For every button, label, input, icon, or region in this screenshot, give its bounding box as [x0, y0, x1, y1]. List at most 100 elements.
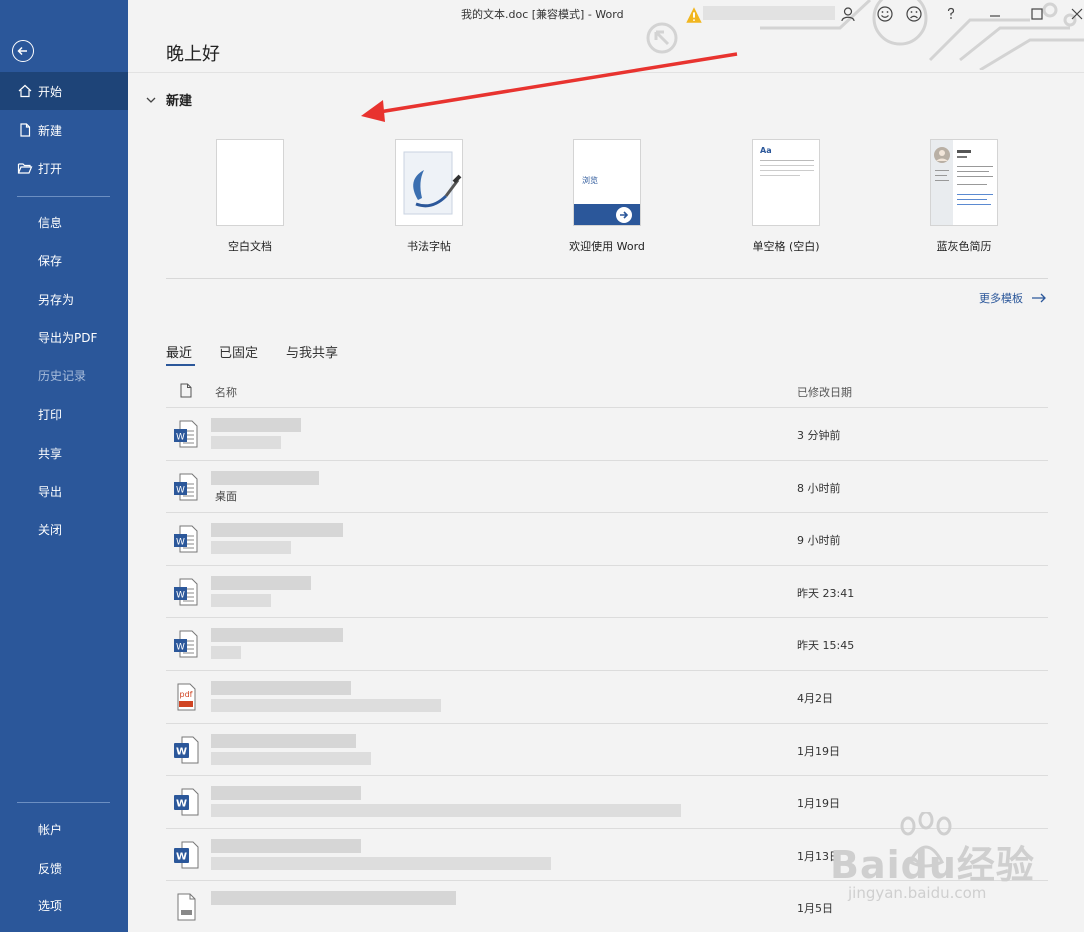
- svg-text:W: W: [176, 852, 187, 863]
- file-modified-date: 1月19日: [797, 745, 840, 758]
- arrow-right-icon: [1032, 293, 1046, 303]
- pdf-icon: pdf: [177, 683, 196, 711]
- file-path-redacted: [211, 646, 241, 659]
- sidebar-item-label: 导出: [38, 484, 63, 499]
- template-thumbnail: Aa: [752, 139, 820, 226]
- word-doc-icon: W: [174, 420, 198, 448]
- file-path-redacted: [211, 541, 291, 554]
- file-name-redacted: [211, 471, 319, 485]
- sidebar-item-save[interactable]: 保存: [0, 241, 128, 279]
- tab-recent[interactable]: 最近: [166, 342, 192, 361]
- templates-divider: [166, 278, 1048, 279]
- backstage-sidebar: 开始 新建 打开 信息 保存 另存为 导出为PDF 历史记录 打印 共享 导出 …: [0, 0, 128, 932]
- warning-icon[interactable]: [685, 6, 703, 24]
- table-row[interactable]: W 9 小时前: [166, 512, 1048, 565]
- template-blank[interactable]: 空白文档: [170, 139, 330, 254]
- smile-feedback-icon[interactable]: [876, 5, 894, 23]
- account-icon[interactable]: [839, 5, 857, 23]
- tab-shared-with-me[interactable]: 与我共享: [286, 342, 338, 361]
- template-label: 书法字帖: [407, 240, 451, 253]
- svg-text:W: W: [176, 591, 185, 601]
- table-row[interactable]: W 桌面 8 小时前: [166, 460, 1048, 513]
- file-path: 桌面: [215, 490, 237, 503]
- sidebar-item-label: 帐户: [38, 822, 63, 837]
- table-row[interactable]: pdf 4月2日: [166, 670, 1048, 723]
- maximize-icon[interactable]: [1028, 5, 1046, 23]
- svg-text:W: W: [176, 799, 187, 810]
- file-path-redacted: [211, 804, 681, 817]
- tab-pinned[interactable]: 已固定: [219, 342, 258, 361]
- sidebar-item-info[interactable]: 信息: [0, 203, 128, 241]
- sidebar-item-export[interactable]: 导出: [0, 472, 128, 510]
- sidebar-item-new[interactable]: 新建: [0, 111, 128, 149]
- new-section-header[interactable]: 新建: [146, 90, 192, 109]
- watermark-brand: Baidu经验: [830, 843, 1035, 887]
- active-tab-indicator: [166, 364, 195, 366]
- word-doc-icon: W: [174, 630, 198, 658]
- calligraphy-brush-icon: [403, 151, 462, 215]
- close-icon[interactable]: [1068, 5, 1084, 23]
- file-modified-date: 3 分钟前: [797, 429, 841, 442]
- template-label: 单空格 (空白): [752, 240, 820, 253]
- column-header-modified[interactable]: 已修改日期: [797, 384, 852, 400]
- table-row[interactable]: W 1月19日: [166, 723, 1048, 776]
- word-docx-icon: W: [174, 736, 199, 764]
- new-section-title: 新建: [166, 94, 193, 109]
- file-name-redacted: [211, 681, 351, 695]
- sidebar-item-options[interactable]: 选项: [0, 886, 128, 924]
- sidebar-item-label: 历史记录: [38, 368, 87, 383]
- file-name-redacted: [211, 786, 361, 800]
- watermark-url: jingyan.baidu.com: [848, 884, 987, 902]
- frown-feedback-icon[interactable]: [905, 5, 923, 23]
- greeting-heading: 晚上好: [166, 44, 220, 65]
- sidebar-item-label: 关闭: [38, 522, 63, 537]
- sidebar-item-open[interactable]: 打开: [0, 149, 128, 187]
- table-row[interactable]: W 3 分钟前: [166, 407, 1048, 460]
- file-modified-date: 4月2日: [797, 692, 833, 705]
- sidebar-item-account[interactable]: 帐户: [0, 810, 128, 848]
- sidebar-item-feedback[interactable]: 反馈: [0, 849, 128, 887]
- sidebar-item-print[interactable]: 打印: [0, 395, 128, 433]
- back-button[interactable]: [12, 40, 34, 62]
- sidebar-item-history[interactable]: 历史记录: [0, 356, 128, 394]
- svg-text:pdf: pdf: [180, 690, 193, 699]
- home-icon: [18, 84, 32, 98]
- word-doc-icon: W: [174, 525, 198, 553]
- file-name-redacted: [211, 418, 301, 432]
- svg-text:W: W: [176, 433, 185, 443]
- title-bar: 我的文本.doc [兼容模式] - Word: [128, 0, 1084, 70]
- template-welcome-word[interactable]: 浏览 欢迎使用 Word: [527, 139, 687, 254]
- sidebar-item-close[interactable]: 关闭: [0, 510, 128, 548]
- sidebar-item-label: 开始: [38, 84, 63, 99]
- template-label: 蓝灰色简历: [936, 240, 992, 253]
- sidebar-item-label: 导出为PDF: [38, 330, 98, 345]
- sidebar-item-share[interactable]: 共享: [0, 434, 128, 472]
- sidebar-item-export-pdf[interactable]: 导出为PDF: [0, 318, 128, 356]
- svg-text:W: W: [176, 643, 185, 653]
- new-doc-icon: [20, 123, 31, 137]
- file-path-redacted: [211, 699, 441, 712]
- file-modified-date: 9 小时前: [797, 534, 841, 547]
- template-blue-gray-resume[interactable]: 蓝灰色简历: [884, 139, 1044, 254]
- word-doc-icon: W: [174, 578, 198, 606]
- file-path-redacted: [211, 594, 271, 607]
- file-modified-date: 昨天 23:41: [797, 587, 855, 600]
- more-templates-link[interactable]: 更多模板: [979, 290, 1047, 306]
- table-row[interactable]: W 昨天 15:45: [166, 617, 1048, 670]
- minimize-icon[interactable]: [986, 5, 1004, 23]
- sidebar-item-save-as[interactable]: 另存为: [0, 280, 128, 318]
- help-icon[interactable]: [942, 5, 960, 23]
- template-calligraphy[interactable]: 书法字帖: [349, 139, 509, 254]
- table-row[interactable]: W 昨天 23:41: [166, 565, 1048, 618]
- baidu-watermark: Baidu经验 jingyan.baidu.com: [830, 812, 1060, 912]
- sidebar-item-label: 共享: [38, 446, 63, 461]
- file-modified-date: 昨天 15:45: [797, 639, 855, 652]
- file-name-redacted: [211, 576, 311, 590]
- template-thumbnail: [930, 139, 998, 226]
- more-templates-label: 更多模板: [979, 292, 1023, 305]
- column-header-name[interactable]: 名称: [215, 384, 237, 400]
- folder-open-icon: [17, 163, 33, 174]
- sidebar-item-label: 新建: [38, 123, 63, 138]
- template-single-spaced[interactable]: Aa 单空格 (空白): [706, 139, 866, 254]
- sidebar-item-home[interactable]: 开始: [0, 72, 128, 110]
